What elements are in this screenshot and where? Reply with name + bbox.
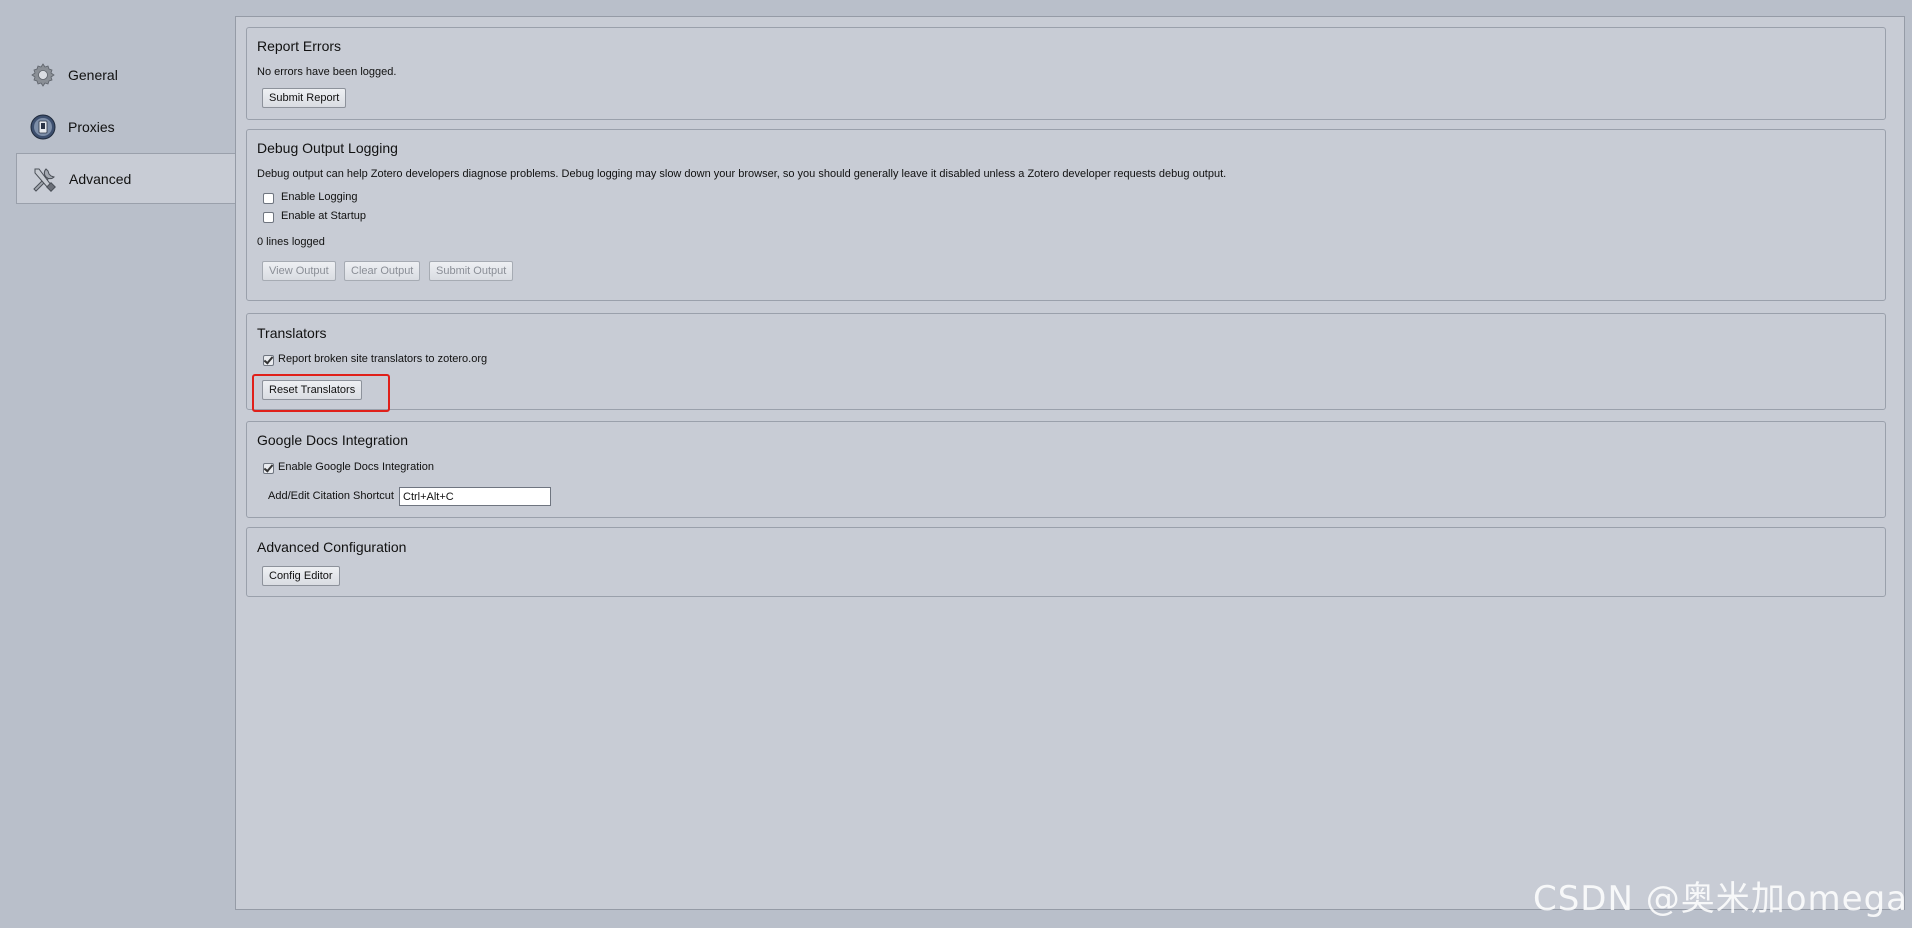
advanced-pane: Report Errors No errors have been logged…	[235, 16, 1905, 910]
config-editor-button[interactable]: Config Editor	[262, 566, 340, 586]
report-errors-group: Report Errors No errors have been logged…	[246, 27, 1886, 120]
debug-logging-title: Debug Output Logging	[257, 140, 398, 156]
gear-icon	[28, 60, 58, 90]
google-docs-title: Google Docs Integration	[257, 432, 408, 448]
enable-startup-label: Enable at Startup	[281, 210, 367, 222]
watermark: CSDN @奥米加omega	[1532, 879, 1908, 919]
report-broken-checkbox[interactable]	[263, 355, 274, 366]
view-output-button[interactable]: View Output	[262, 261, 336, 281]
clear-output-button[interactable]: Clear Output	[344, 261, 421, 281]
report-errors-title: Report Errors	[257, 38, 342, 54]
advanced-config-group: Advanced Configuration Config Editor	[246, 527, 1886, 597]
submit-report-button[interactable]: Submit Report	[262, 88, 347, 108]
enable-google-docs-checkbox[interactable]	[263, 463, 274, 474]
google-docs-group: Google Docs Integration Enable Google Do…	[246, 421, 1886, 518]
preferences-window: General Proxies Advanced Report Errors N…	[0, 0, 1912, 928]
lines-logged-text: 0 lines logged	[257, 236, 325, 248]
shortcut-input[interactable]	[399, 487, 551, 506]
sidebar-item-label: Proxies	[68, 119, 115, 135]
debug-logging-description: Debug output can help Zotero developers …	[257, 168, 1227, 180]
advanced-config-title: Advanced Configuration	[257, 539, 407, 555]
proxy-icon	[28, 112, 58, 142]
sidebar-item-advanced[interactable]: Advanced	[16, 153, 236, 204]
translators-group: Translators Report broken site translato…	[246, 313, 1886, 410]
preferences-sidebar: General Proxies Advanced	[0, 0, 236, 928]
enable-logging-checkbox[interactable]	[263, 193, 274, 204]
sidebar-item-proxies[interactable]: Proxies	[16, 102, 236, 152]
enable-google-docs-label: Enable Google Docs Integration	[278, 461, 434, 473]
tools-icon	[29, 164, 59, 194]
sidebar-item-label: Advanced	[69, 170, 132, 187]
sidebar-item-general[interactable]: General	[16, 50, 236, 100]
report-errors-status: No errors have been logged.	[257, 66, 397, 78]
debug-logging-group: Debug Output Logging Debug output can he…	[246, 129, 1886, 301]
sidebar-item-label: General	[68, 67, 118, 83]
translators-title: Translators	[257, 325, 327, 341]
highlight-box	[252, 374, 390, 412]
submit-output-button[interactable]: Submit Output	[429, 261, 514, 281]
shortcut-label: Add/Edit Citation Shortcut	[268, 490, 394, 502]
enable-logging-label: Enable Logging	[281, 191, 358, 203]
report-broken-label: Report broken site translators to zotero…	[278, 353, 488, 365]
enable-startup-checkbox[interactable]	[263, 212, 274, 223]
